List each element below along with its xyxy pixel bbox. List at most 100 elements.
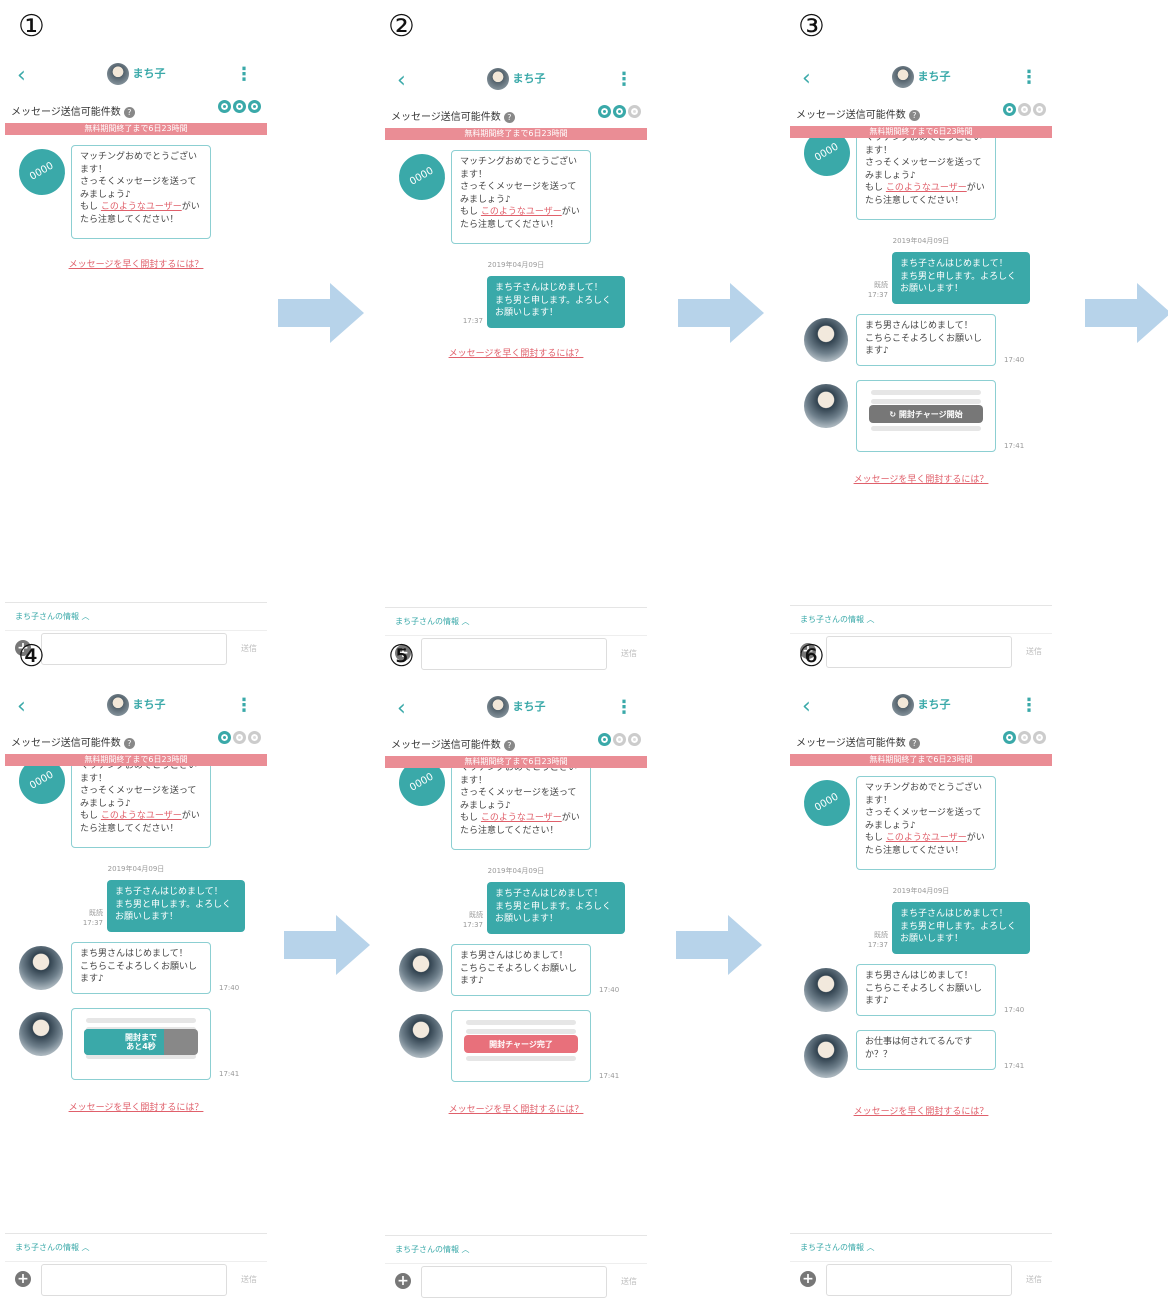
user-guide-link[interactable]: このようなユーザー [481,207,562,217]
message-line: まち子さんはじめまして！ [115,887,223,897]
menu-icon[interactable]: ⋮ [1020,68,1038,88]
chat-partner-title[interactable]: まち子 [385,68,647,90]
plus-icon[interactable]: + [15,1271,31,1287]
partner-info-toggle[interactable]: まち子さんの情報 ︿ [5,603,267,631]
system-message-bubble: マッチングおめでとうござい ます！ さっそくメッセージを送って みましょう♪ もし この… [451,150,591,244]
message-line: もし このようなユーザーがい [865,182,987,195]
user-guide-link[interactable]: このようなユーザー [101,202,182,212]
their-avatar[interactable] [804,1034,848,1078]
blurred-text [466,1029,576,1034]
system-message-bubble: マッチングおめでとうござい ます！ さっそくメッセージを送って みましょう♪ もし この… [856,776,996,870]
their-avatar[interactable] [19,946,63,990]
their-avatar[interactable] [19,1012,63,1056]
plus-icon[interactable]: + [800,1271,816,1287]
menu-icon[interactable]: ⋮ [615,698,633,718]
send-button[interactable]: 送信 [621,1276,637,1287]
chat-partner-title[interactable]: まち子 [385,696,647,718]
fast-open-link[interactable]: メッセージを早く開封するには？ [790,472,1052,485]
message-line: たら注意してください！ [460,219,559,230]
text: もし [865,833,884,843]
message-feed: 0000 マッチングおめでとうござい ます！ さっそくメッセージを送って みましょう♪ も… [385,140,647,359]
quota-dots [596,733,641,749]
open-charge-complete-button[interactable]: 開封チャージ完了 [464,1035,578,1053]
text: もし [460,207,479,217]
chat-partner-title[interactable]: まち子 [790,66,1052,88]
quota-label-text: メッセージ送信可能件数 [796,738,906,749]
text: がい [561,207,580,217]
step-number-label: ⑤ [388,639,415,674]
fast-open-link[interactable]: メッセージを早く開封するには？ [790,1104,1052,1117]
help-icon[interactable]: ? [908,738,920,749]
quota-dot [1018,103,1031,116]
date-separator: 2019年04月09日 [487,867,545,875]
my-message-row: まち子さんはじめまして！ まち男と申します。よろしく お願いします！ 既読 17:37 [5,880,267,942]
menu-icon[interactable]: ⋮ [615,70,633,90]
my-message-row: まち子さんはじめまして！ まち男と申します。よろしく お願いします！ 既読 17:37 [385,882,647,944]
message-input[interactable] [41,1264,227,1296]
partner-name: まち子 [132,67,166,80]
help-icon[interactable]: ? [908,110,920,121]
partner-info-toggle[interactable]: まち子さんの情報 ︿ [385,608,647,636]
system-message-bubble: マッチングおめでとうござい ます！ さっそくメッセージを送って みましょう♪ もし この… [856,138,996,220]
fast-open-link[interactable]: メッセージを早く開封するには？ [385,1102,647,1115]
fast-open-link[interactable]: メッセージを早く開封するには？ [5,1100,267,1113]
partner-name: まち子 [132,698,166,711]
help-icon[interactable]: ? [503,740,515,751]
message-input[interactable] [41,633,227,665]
partner-info-toggle[interactable]: まち子さんの情報 ︿ [385,1236,647,1264]
message-input-row: + 送信 [385,636,647,676]
blurred-text [466,1020,576,1025]
message-line: もし このようなユーザーがい [865,832,987,845]
send-button[interactable]: 送信 [621,648,637,659]
quota-dot [1003,103,1016,116]
their-avatar[interactable] [804,318,848,362]
help-icon[interactable]: ? [123,738,135,749]
fast-open-link[interactable]: メッセージを早く開封するには？ [385,346,647,359]
chevron-up-icon: ︿ [866,1243,875,1252]
user-guide-link[interactable]: このようなユーザー [886,183,967,193]
chat-partner-title[interactable]: まち子 [790,694,1052,716]
message-input[interactable] [826,1264,1012,1296]
message-line: さっそくメッセージを送って [460,182,577,192]
locked-message-bubble[interactable]: 開封まで あと4秒 [71,1008,211,1080]
text: がい [181,202,200,212]
help-icon[interactable]: ? [123,107,135,118]
user-guide-link[interactable]: このようなユーザー [101,811,182,821]
partner-info-label: まち子さんの情報 [395,617,459,626]
message-time: 17:37 [867,291,888,299]
date-separator: 2019年04月09日 [487,261,545,269]
menu-icon[interactable]: ⋮ [1020,696,1038,716]
send-button[interactable]: 送信 [241,643,257,654]
message-line: ます！ [460,775,488,786]
locked-message-bubble[interactable]: 開封チャージ完了 [451,1010,591,1082]
send-button[interactable]: 送信 [1026,646,1042,657]
message-line: さっそくメッセージを送って [460,788,577,798]
plus-icon[interactable]: + [395,1273,411,1289]
message-input[interactable] [826,636,1012,668]
menu-icon[interactable]: ⋮ [235,65,253,85]
open-charge-start-button[interactable]: ↻ 開封チャージ開始 [869,405,983,423]
send-button[interactable]: 送信 [241,1274,257,1285]
user-guide-link[interactable]: このようなユーザー [886,833,967,843]
partner-info-toggle[interactable]: まち子さんの情報 ︿ [790,606,1052,634]
send-button[interactable]: 送信 [1026,1274,1042,1285]
chat-partner-title[interactable]: まち子 [5,63,267,85]
message-line: まち男さんはじめまして！ [865,971,973,981]
their-avatar[interactable] [804,968,848,1012]
partner-info-toggle[interactable]: まち子さんの情報 ︿ [790,1234,1052,1262]
help-icon[interactable]: ? [503,112,515,123]
locked-message-bubble[interactable]: ↻ 開封チャージ開始 [856,380,996,452]
their-avatar[interactable] [399,1014,443,1058]
partner-info-toggle[interactable]: まち子さんの情報 ︿ [5,1234,267,1262]
fast-open-link[interactable]: メッセージを早く開封するには？ [5,257,267,270]
message-feed: 0000 マッチングおめでとうござい ます！ さっそくメッセージを送って みましょう♪ も… [5,135,267,270]
menu-icon[interactable]: ⋮ [235,696,253,716]
chat-partner-title[interactable]: まち子 [5,694,267,716]
blurred-text [871,426,981,431]
message-input[interactable] [421,638,607,670]
user-guide-link[interactable]: このようなユーザー [481,813,562,823]
their-avatar[interactable] [399,948,443,992]
message-meta: 既読 17:37 [868,280,888,300]
message-input[interactable] [421,1266,607,1298]
their-avatar[interactable] [804,384,848,428]
